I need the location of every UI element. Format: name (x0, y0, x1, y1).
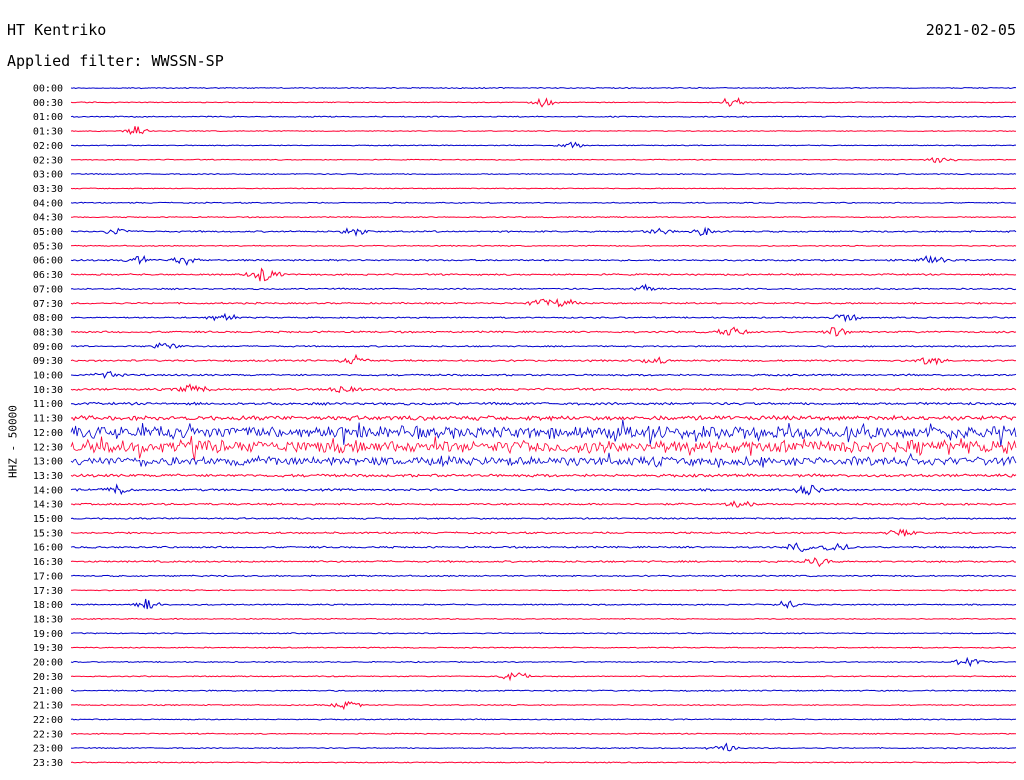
trace-line (70, 370, 1017, 379)
time-label: 00:30 (33, 98, 63, 109)
trace-line (70, 732, 1017, 735)
trace-line (70, 718, 1017, 721)
time-label: 14:30 (33, 500, 63, 511)
trace-line (70, 353, 1017, 366)
time-label: 07:00 (33, 284, 63, 295)
time-label: 17:30 (33, 586, 63, 597)
trace-line (70, 216, 1017, 219)
trace-line (70, 172, 1017, 176)
time-label: 09:00 (33, 342, 63, 353)
time-label: 23:30 (33, 758, 63, 769)
time-label: 22:30 (33, 729, 63, 740)
trace-line (70, 187, 1017, 190)
helicorder-plot: 00:00 00:30 01:00 01:30 02:00 02:30 03:00 03:30… (33, 84, 1017, 769)
time-label: 16:30 (33, 557, 63, 568)
time-label: 21:00 (33, 686, 63, 697)
trace-layer (70, 86, 1017, 764)
time-label: 23:00 (33, 744, 63, 755)
trace-line (70, 255, 1017, 266)
time-label: 04:30 (33, 213, 63, 224)
time-label: 10:30 (33, 385, 63, 396)
time-label: 15:30 (33, 528, 63, 539)
time-label: 19:00 (33, 629, 63, 640)
trace-line (70, 656, 1017, 668)
trace-line (71, 312, 1017, 323)
trace-line (70, 97, 1017, 108)
time-label: 04:00 (33, 198, 63, 209)
time-label: 14:00 (33, 485, 63, 496)
trace-line (70, 617, 1017, 621)
trace-line (70, 557, 1017, 568)
time-label-layer: 00:00 00:30 01:00 01:30 02:00 02:30 03:00 03:30… (33, 84, 63, 769)
trace-line (70, 156, 1017, 164)
time-label: 05:00 (33, 227, 63, 238)
trace-line (70, 297, 1017, 308)
trace-line (70, 342, 1017, 350)
time-label: 03:00 (33, 170, 63, 181)
trace-line (70, 598, 1017, 610)
trace-line (70, 383, 1017, 394)
time-label: 11:30 (33, 414, 63, 425)
time-label: 22:00 (33, 715, 63, 726)
time-label: 09:30 (33, 356, 63, 367)
time-label: 12:30 (33, 442, 63, 453)
time-label: 11:00 (33, 399, 63, 410)
trace-line (70, 267, 1017, 282)
trace-line (70, 115, 1017, 118)
time-label: 16:00 (33, 543, 63, 554)
time-label: 13:30 (33, 471, 63, 482)
trace-line (70, 542, 1017, 552)
time-label: 20:00 (33, 658, 63, 669)
time-label: 01:00 (33, 112, 63, 123)
time-label: 00:00 (33, 84, 63, 95)
trace-line (70, 126, 1017, 136)
trace-line (70, 226, 1017, 237)
trace-line (71, 326, 1017, 337)
trace-line (71, 589, 1017, 592)
trace-line (70, 672, 1017, 682)
trace-line (70, 473, 1017, 478)
time-label: 20:30 (33, 672, 63, 683)
time-label: 18:00 (33, 600, 63, 611)
trace-line (70, 283, 1017, 292)
trace-line (70, 742, 1017, 752)
time-label: 06:30 (33, 270, 63, 281)
trace-line (70, 632, 1017, 635)
trace-line (70, 528, 1017, 537)
trace-line (70, 517, 1017, 520)
trace-line (70, 700, 1017, 711)
time-label: 06:00 (33, 256, 63, 267)
time-label: 08:00 (33, 313, 63, 324)
trace-line (70, 452, 1017, 468)
trace-line (71, 141, 1016, 149)
trace-line (71, 500, 1017, 508)
time-label: 19:30 (33, 643, 63, 654)
trace-line (70, 646, 1016, 649)
trace-line (70, 419, 1017, 447)
time-label: 02:00 (33, 141, 63, 152)
trace-line (70, 483, 1017, 496)
trace-line (70, 401, 1017, 406)
time-label: 01:30 (33, 127, 63, 138)
time-label: 21:30 (33, 701, 63, 712)
time-label: 15:00 (33, 514, 63, 525)
time-label: 07:30 (33, 299, 63, 310)
trace-line (70, 244, 1017, 247)
trace-line (70, 689, 1017, 692)
time-label: 10:00 (33, 371, 63, 382)
trace-line (70, 761, 1017, 764)
trace-line (70, 414, 1017, 422)
time-label: 17:00 (33, 571, 63, 582)
time-label: 18:30 (33, 614, 63, 625)
trace-line (70, 435, 1017, 461)
trace-line (70, 86, 1017, 90)
time-label: 02:30 (33, 155, 63, 166)
time-label: 13:00 (33, 457, 63, 468)
time-label: 08:30 (33, 327, 63, 338)
time-label: 05:30 (33, 241, 63, 252)
time-label: 03:30 (33, 184, 63, 195)
time-label: 12:00 (33, 428, 63, 439)
trace-line (70, 574, 1017, 578)
trace-line (70, 201, 1017, 204)
